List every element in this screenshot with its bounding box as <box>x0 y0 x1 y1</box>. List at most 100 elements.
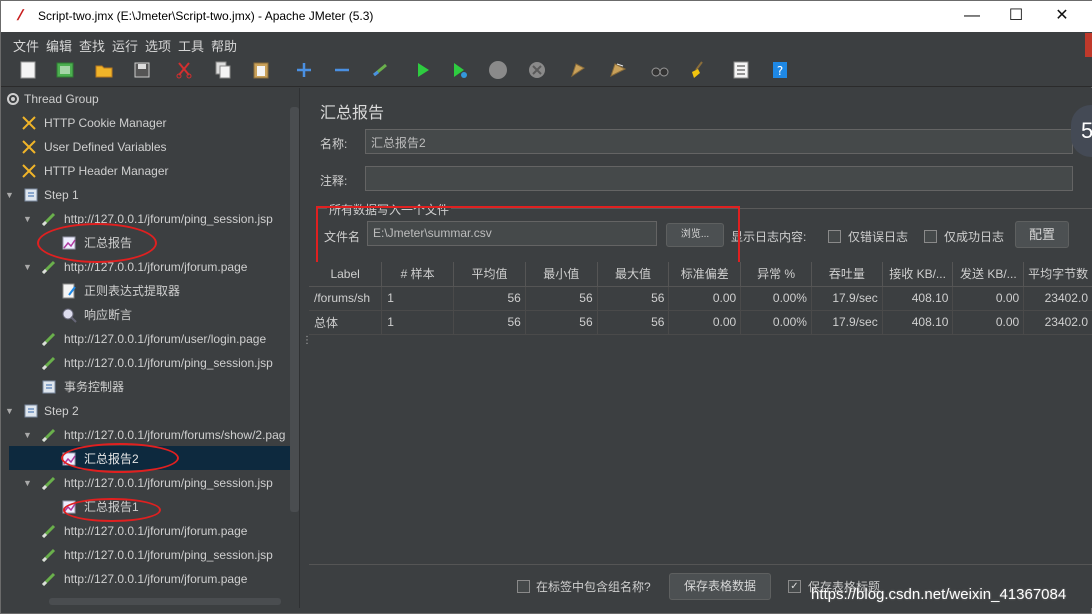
col-max[interactable]: 最大值 <box>597 262 670 287</box>
function-helper-icon[interactable] <box>731 60 751 80</box>
cut-icon[interactable] <box>174 60 194 80</box>
maximize-button[interactable]: ☐ <box>1001 5 1031 27</box>
cell-label: /forums/sh <box>309 286 383 311</box>
jmeter-window: / Script-two.jmx (E:\Jmeter\Script-two.j… <box>0 0 1092 614</box>
cell-average: 56 <box>453 310 526 335</box>
start-no-pauses-icon[interactable] <box>450 60 470 80</box>
collapse-arrow-icon[interactable]: ▼ <box>5 184 15 206</box>
cell-max: 56 <box>597 310 670 335</box>
menu-search[interactable]: 查找 <box>79 36 105 55</box>
copy-icon[interactable] <box>213 60 233 80</box>
menu-edit[interactable]: 编辑 <box>46 36 72 55</box>
reset-search-broom-icon[interactable] <box>688 60 708 80</box>
split-pane-divider[interactable]: ⋮ <box>299 88 312 608</box>
close-button[interactable]: ✕ <box>1047 5 1077 27</box>
col-error-pct[interactable]: 异常 % <box>740 262 812 287</box>
sampler-pipette-icon <box>41 259 57 275</box>
stop-icon[interactable] <box>488 60 508 80</box>
sampler-pipette-icon <box>41 211 57 227</box>
sampler-pipette-icon <box>41 427 57 443</box>
collapse-arrow-icon[interactable]: ▼ <box>23 424 33 446</box>
menu-tools[interactable]: 工具 <box>178 36 204 55</box>
title-bar: / Script-two.jmx (E:\Jmeter\Script-two.j… <box>1 1 1092 32</box>
expand-all-icon[interactable] <box>294 60 314 80</box>
sampler-pipette-icon <box>41 331 57 347</box>
cell-max: 56 <box>597 286 670 311</box>
annotation-ellipse-summary-1 <box>63 498 161 522</box>
shutdown-icon[interactable] <box>527 60 547 80</box>
cell-error-pct: 0.00% <box>740 310 812 335</box>
toolbar: ? <box>1 54 1092 87</box>
sampler-pipette-icon <box>41 523 57 539</box>
table-row[interactable]: 总体 1 56 56 56 0.00 0.00% 17.9/sec 408.10… <box>309 310 1092 335</box>
controller-icon <box>41 379 57 395</box>
open-icon[interactable] <box>94 60 114 80</box>
col-sent[interactable]: 发送 KB/... <box>952 262 1025 287</box>
controller-icon <box>23 403 39 419</box>
jmeter-feather-icon: / <box>15 7 26 24</box>
tree-horizontal-scrollbar[interactable] <box>49 598 281 605</box>
menu-bar: 文件 编辑 查找 运行 选项 工具 帮助 <box>1 32 1092 54</box>
include-group-name-label: 在标签中包含组名称? <box>536 580 651 594</box>
sampler-pipette-icon <box>41 571 57 587</box>
collapse-arrow-icon[interactable]: ▼ <box>23 472 33 494</box>
menu-run[interactable]: 运行 <box>112 36 138 55</box>
annotation-rectangle-file <box>316 206 740 264</box>
menu-file[interactable]: 文件 <box>13 36 39 55</box>
paste-icon[interactable] <box>251 60 271 80</box>
tree-vertical-scrollbar[interactable] <box>290 107 299 512</box>
success-only-checkbox[interactable] <box>924 230 937 243</box>
col-received[interactable]: 接收 KB/... <box>882 262 954 287</box>
col-throughput[interactable]: 吞吐量 <box>811 262 883 287</box>
config-scissors-icon <box>21 163 37 179</box>
cell-received: 408.10 <box>882 310 954 335</box>
new-icon[interactable] <box>18 60 38 80</box>
start-icon[interactable] <box>413 60 433 80</box>
toggle-icon[interactable] <box>370 60 390 80</box>
log-content-label: 显示日志内容: <box>731 230 807 244</box>
assertion-icon <box>61 307 77 323</box>
comment-label: 注释: <box>320 174 348 188</box>
help-icon[interactable]: ? <box>770 60 790 80</box>
col-stddev[interactable]: 标准偏差 <box>668 262 742 287</box>
cell-error-pct: 0.00% <box>740 286 812 311</box>
col-average[interactable]: 平均值 <box>453 262 526 287</box>
comment-field[interactable] <box>365 166 1073 191</box>
minimize-button[interactable]: — <box>957 5 987 27</box>
test-plan-tree: Thread Group HTTP Cookie Manager User De… <box>1 88 299 608</box>
collapse-arrow-icon[interactable]: ▼ <box>23 208 33 230</box>
summary-report-panel: 汇总报告 名称: 汇总报告2 注释: 所有数据写入一个文件 文件名 E:\Jme… <box>309 88 1092 608</box>
menu-options[interactable]: 选项 <box>145 36 171 55</box>
col-samples[interactable]: # 样本 <box>381 262 455 287</box>
col-avg-bytes[interactable]: 平均字节数 <box>1023 262 1092 287</box>
window-title: Script-two.jmx (E:\Jmeter\Script-two.jmx… <box>38 9 374 23</box>
collapse-arrow-icon[interactable]: ▼ <box>23 256 33 278</box>
table-row[interactable]: /forums/sh 1 56 56 56 0.00 0.00% 17.9/se… <box>309 286 1092 311</box>
col-label[interactable]: Label <box>309 262 383 287</box>
col-min[interactable]: 最小值 <box>525 262 598 287</box>
name-label: 名称: <box>320 137 348 151</box>
cell-stddev: 0.00 <box>668 310 742 335</box>
cell-average: 56 <box>453 286 526 311</box>
include-group-name-checkbox[interactable] <box>517 580 530 593</box>
annotation-ellipse-summary-2 <box>61 443 179 473</box>
cell-sent: 0.00 <box>952 286 1025 311</box>
cell-samples: 1 <box>381 286 455 311</box>
clear-icon[interactable] <box>568 60 588 80</box>
sampler-pipette-icon <box>41 355 57 371</box>
save-table-header-checkbox[interactable]: ✓ <box>788 580 801 593</box>
cell-received: 408.10 <box>882 286 954 311</box>
errors-only-checkbox[interactable] <box>828 230 841 243</box>
menu-help[interactable]: 帮助 <box>211 36 237 55</box>
cell-throughput: 17.9/sec <box>811 310 883 335</box>
save-table-data-button[interactable]: 保存表格数据 <box>669 573 771 600</box>
cell-avg-bytes: 23402.0 <box>1023 310 1092 335</box>
save-icon[interactable] <box>132 60 152 80</box>
clear-all-icon[interactable] <box>608 60 628 80</box>
collapse-all-icon[interactable] <box>332 60 352 80</box>
search-binoculars-icon[interactable] <box>650 60 670 80</box>
name-field[interactable]: 汇总报告2 <box>365 129 1073 154</box>
collapse-arrow-icon[interactable]: ▼ <box>5 400 15 422</box>
templates-icon[interactable] <box>55 60 75 80</box>
configure-button[interactable]: 配置 <box>1015 221 1069 248</box>
